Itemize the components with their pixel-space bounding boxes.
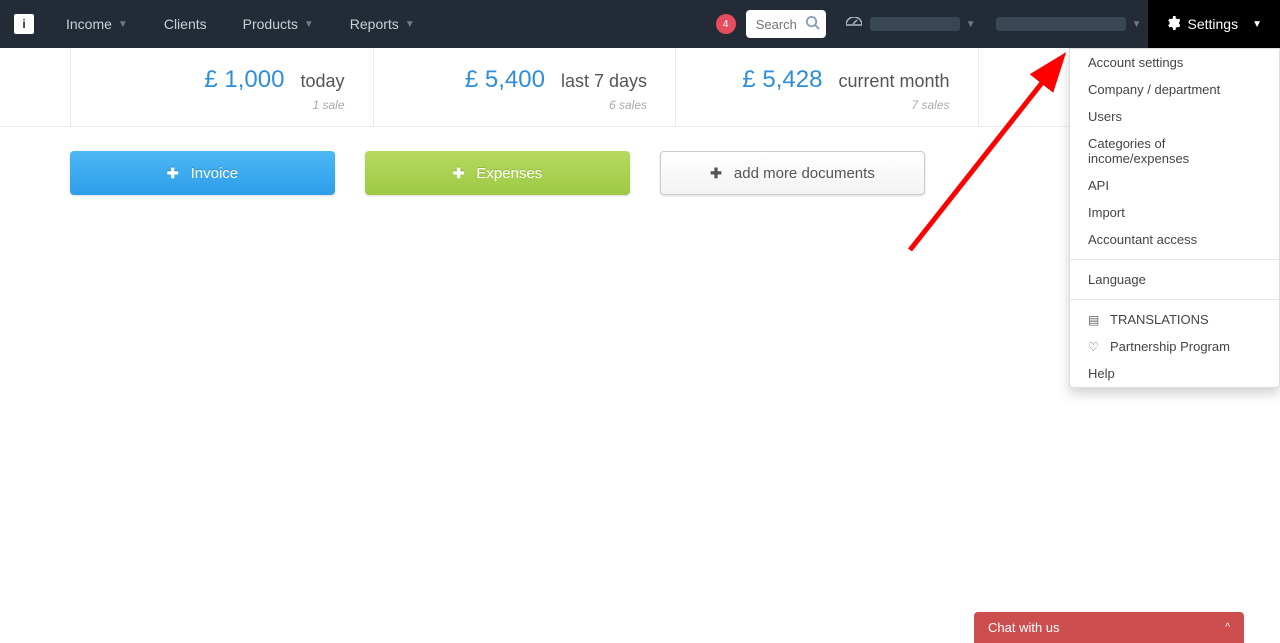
nav-income[interactable]: Income ▼ [48,0,146,48]
menu-accountant[interactable]: Accountant access [1070,226,1279,253]
chevron-up-icon: ^ [1225,622,1230,633]
add-more-button[interactable]: ✚ add more documents [660,151,925,195]
chat-widget[interactable]: Chat with us ^ [974,612,1244,643]
summary-sub: 6 sales [402,98,648,112]
dashboard-icon[interactable] [846,16,862,32]
menu-partnership[interactable]: ♡ Partnership Program [1070,333,1279,360]
menu-api[interactable]: API [1070,172,1279,199]
caret-icon: ▼ [118,19,128,30]
heart-icon: ♡ [1088,340,1102,354]
plus-icon: ✚ [453,165,465,182]
summary-sub: 7 sales [704,98,950,112]
nav-left: i Income ▼ Clients Products ▼ Reports ▼ [0,0,433,48]
account-selector-1[interactable]: ▼ [870,17,976,31]
search-box [746,10,826,38]
invoice-label: Invoice [191,165,239,182]
summary-month: £ 5,428 current month 7 sales [675,48,978,126]
plus-icon: ✚ [167,165,179,182]
chat-label: Chat with us [988,620,1060,635]
redacted-text [870,17,960,31]
add-more-label: add more documents [734,165,875,182]
book-icon: ▤ [1088,313,1102,327]
nav-clients[interactable]: Clients [146,0,225,48]
nav-products[interactable]: Products ▼ [225,0,332,48]
settings-label: Settings [1188,16,1239,32]
nav-clients-label: Clients [164,16,207,32]
caret-icon: ▼ [1132,19,1142,30]
notification-badge[interactable]: 4 [716,14,736,34]
menu-help[interactable]: Help [1070,360,1279,387]
caret-icon: ▼ [966,19,976,30]
menu-users[interactable]: Users [1070,103,1279,130]
menu-import[interactable]: Import [1070,199,1279,226]
menu-company[interactable]: Company / department [1070,76,1279,103]
summary-spacer [0,48,70,126]
menu-language[interactable]: Language [1070,266,1279,293]
summary-amount: £ 1,000 [204,66,284,93]
menu-categories[interactable]: Categories of income/expenses [1070,130,1279,172]
summary-sub: 1 sale [99,98,345,112]
nav-reports[interactable]: Reports ▼ [332,0,433,48]
summary-today: £ 1,000 today 1 sale [70,48,373,126]
menu-divider [1070,259,1279,260]
menu-translations[interactable]: ▤ TRANSLATIONS [1070,306,1279,333]
menu-account-settings[interactable]: Account settings [1070,49,1279,76]
summary-amount: £ 5,428 [742,66,822,93]
menu-divider [1070,299,1279,300]
gear-icon [1166,16,1180,33]
caret-icon: ▼ [405,19,415,30]
summary-week: £ 5,400 last 7 days 6 sales [373,48,676,126]
settings-button[interactable]: Settings ▼ [1148,0,1280,48]
nav-right: 4 ▼ ▼ Settings ▼ [716,0,1280,48]
expenses-button[interactable]: ✚ Expenses [365,151,630,195]
invoice-button[interactable]: ✚ Invoice [70,151,335,195]
summary-label: today [300,71,344,91]
search-icon [805,15,820,33]
nav-income-label: Income [66,16,112,32]
settings-dropdown: Account settings Company / department Us… [1069,48,1280,388]
expenses-label: Expenses [476,165,542,182]
nav-products-label: Products [243,16,298,32]
logo[interactable]: i [14,14,34,34]
account-selector-2[interactable]: ▼ [996,17,1142,31]
caret-icon: ▼ [304,19,314,30]
redacted-text [996,17,1126,31]
navbar: i Income ▼ Clients Products ▼ Reports ▼ … [0,0,1280,48]
summary-amount: £ 5,400 [465,66,545,93]
summary-label: current month [838,71,949,91]
caret-icon: ▼ [1252,19,1262,30]
nav-reports-label: Reports [350,16,399,32]
summary-label: last 7 days [561,71,647,91]
plus-icon: ✚ [710,165,722,182]
